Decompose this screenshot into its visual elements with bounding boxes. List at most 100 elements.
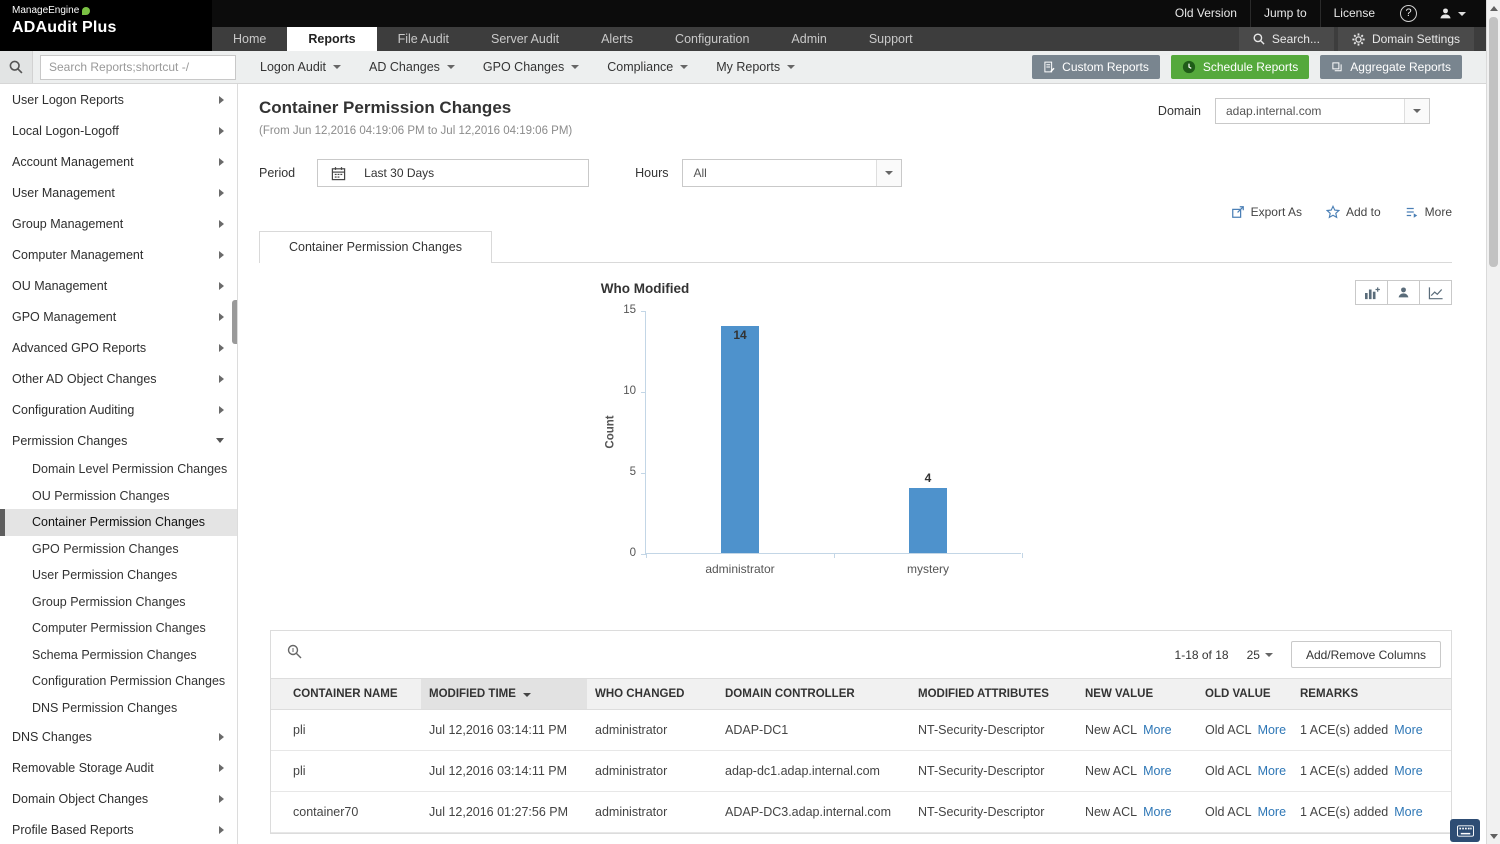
column-header-who-changed[interactable]: WHO CHANGED: [587, 678, 717, 710]
help-icon[interactable]: ?: [1400, 5, 1417, 22]
column-header-modified-time[interactable]: MODIFIED TIME: [421, 678, 587, 710]
brand-logo[interactable]: ManageEngine ADAudit Plus: [0, 0, 212, 51]
add-to-button[interactable]: Add to: [1325, 204, 1381, 219]
scroll-up-arrow[interactable]: [1487, 1, 1500, 15]
column-header-modified-attributes[interactable]: MODIFIED ATTRIBUTES: [910, 678, 1077, 710]
aggregate-reports-button[interactable]: Aggregate Reports: [1320, 55, 1462, 79]
jump-to-link[interactable]: Jump to: [1249, 0, 1320, 27]
menu-gpo-changes[interactable]: GPO Changes: [469, 51, 593, 84]
nav-tab-home[interactable]: Home: [212, 27, 287, 51]
page-size-select[interactable]: 25: [1247, 648, 1273, 662]
nav-tab-server-audit[interactable]: Server Audit: [470, 27, 580, 51]
sidebar-item-other-ad-object-changes[interactable]: Other AD Object Changes: [0, 363, 237, 394]
sidebar-item-group-management[interactable]: Group Management: [0, 208, 237, 239]
nav-tab-configuration[interactable]: Configuration: [654, 27, 770, 51]
scroll-down-arrow[interactable]: [1487, 829, 1500, 843]
more-link[interactable]: More: [1258, 805, 1286, 819]
chart-plot: Count 0 5 10 15 14 administrator 4 mystery: [605, 304, 1023, 576]
sidebar-item-local-logon-logoff[interactable]: Local Logon-Logoff: [0, 115, 237, 146]
hours-select[interactable]: All: [682, 159, 903, 187]
keyboard-icon: [1456, 824, 1474, 837]
sidebar-item-group-permission-changes[interactable]: Group Permission Changes: [0, 589, 237, 616]
license-link[interactable]: License: [1319, 0, 1388, 27]
column-header-container-name[interactable]: CONTAINER NAME: [271, 678, 421, 710]
tab-container-permission-changes[interactable]: Container Permission Changes: [259, 231, 493, 263]
export-as-button[interactable]: Export As: [1231, 205, 1302, 219]
schedule-reports-label: Schedule Reports: [1202, 60, 1299, 74]
sidebar-item-dns-changes[interactable]: DNS Changes: [0, 721, 237, 752]
more-link[interactable]: More: [1143, 805, 1171, 819]
column-header-domain-controller[interactable]: DOMAIN CONTROLLER: [717, 678, 910, 710]
chart-user-filter-button[interactable]: [1387, 280, 1420, 305]
more-link[interactable]: More: [1258, 723, 1286, 737]
nav-tab-reports[interactable]: Reports: [287, 27, 377, 51]
sidebar-item-user-logon-reports[interactable]: User Logon Reports: [0, 84, 237, 115]
scrollbar-thumb[interactable]: [1489, 17, 1498, 267]
period-input[interactable]: Last 30 Days: [317, 159, 590, 187]
cell-time: Jul 12,2016 03:14:11 PM: [421, 709, 587, 751]
sidebar-item-gpo-permission-changes[interactable]: GPO Permission Changes: [0, 536, 237, 563]
sidebar-item-domain-level-permission-changes[interactable]: Domain Level Permission Changes: [0, 456, 237, 483]
more-link[interactable]: More: [1394, 805, 1422, 819]
more-actions-button[interactable]: More: [1405, 205, 1452, 219]
chart-type-button[interactable]: [1355, 280, 1388, 305]
sidebar-item-schema-permission-changes[interactable]: Schema Permission Changes: [0, 642, 237, 669]
sidebar-item-computer-management[interactable]: Computer Management: [0, 239, 237, 270]
column-header-old-value[interactable]: OLD VALUE: [1197, 678, 1292, 710]
nav-tab-alerts[interactable]: Alerts: [580, 27, 654, 51]
cell-dc: ADAP-DC1: [717, 709, 910, 751]
column-header-remarks[interactable]: REMARKS: [1292, 678, 1451, 710]
chat-widget-button[interactable]: [1450, 819, 1480, 842]
bar-administrator[interactable]: [721, 326, 759, 553]
nav-tab-support[interactable]: Support: [848, 27, 934, 51]
domain-select-value: adap.internal.com: [1226, 104, 1322, 118]
old-version-link[interactable]: Old Version: [1162, 0, 1250, 27]
sidebar-item-profile-based-reports[interactable]: Profile Based Reports: [0, 814, 237, 844]
sidebar-item-user-permission-changes[interactable]: User Permission Changes: [0, 562, 237, 589]
nav-tab-file-audit[interactable]: File Audit: [377, 27, 470, 51]
sidebar-item-computer-permission-changes[interactable]: Computer Permission Changes: [0, 615, 237, 642]
bar-mystery[interactable]: [909, 488, 947, 553]
nav-tab-admin[interactable]: Admin: [770, 27, 847, 51]
line-chart-icon: [1428, 286, 1443, 299]
sidebar-item-account-management[interactable]: Account Management: [0, 146, 237, 177]
report-search-icon-button[interactable]: [0, 51, 33, 83]
nav-search-button[interactable]: Search...: [1238, 27, 1334, 51]
sidebar-item-domain-object-changes[interactable]: Domain Object Changes: [0, 783, 237, 814]
sidebar-item-ou-management[interactable]: OU Management: [0, 270, 237, 301]
add-remove-columns-button[interactable]: Add/Remove Columns: [1290, 641, 1441, 668]
bar-chart-plus-icon: [1364, 286, 1380, 299]
cell-who: administrator: [587, 791, 717, 833]
sidebar-item-configuration-auditing[interactable]: Configuration Auditing: [0, 394, 237, 425]
report-search-input[interactable]: [40, 54, 236, 80]
table-search-button[interactable]: [287, 644, 303, 665]
menu-ad-changes[interactable]: AD Changes: [355, 51, 469, 84]
sidebar-item-container-permission-changes[interactable]: Container Permission Changes: [0, 509, 237, 536]
menu-compliance[interactable]: Compliance: [593, 51, 702, 84]
more-link[interactable]: More: [1143, 723, 1171, 737]
more-link[interactable]: More: [1258, 764, 1286, 778]
x-axis-category-label: mystery: [907, 562, 949, 576]
more-link[interactable]: More: [1143, 764, 1171, 778]
more-link[interactable]: More: [1394, 764, 1422, 778]
menu-my-reports[interactable]: My Reports: [702, 51, 809, 84]
sidebar-item-advanced-gpo-reports[interactable]: Advanced GPO Reports: [0, 332, 237, 363]
sidebar-collapse-handle[interactable]: [232, 300, 237, 344]
column-header-new-value[interactable]: NEW VALUE: [1077, 678, 1197, 710]
chart-export-button[interactable]: [1419, 280, 1452, 305]
sidebar-item-user-management[interactable]: User Management: [0, 177, 237, 208]
sidebar-item-removable-storage-audit[interactable]: Removable Storage Audit: [0, 752, 237, 783]
menu-logon-audit[interactable]: Logon Audit: [246, 51, 355, 84]
custom-reports-button[interactable]: Custom Reports: [1032, 55, 1160, 79]
sidebar-item-dns-permission-changes[interactable]: DNS Permission Changes: [0, 695, 237, 722]
sidebar-item-gpo-management[interactable]: GPO Management: [0, 301, 237, 332]
schedule-reports-button[interactable]: Schedule Reports: [1170, 55, 1310, 79]
user-menu[interactable]: [1429, 7, 1476, 20]
sidebar-item-ou-permission-changes[interactable]: OU Permission Changes: [0, 483, 237, 510]
more-link[interactable]: More: [1394, 723, 1422, 737]
domain-settings-button[interactable]: Domain Settings: [1337, 27, 1474, 51]
sidebar-item-permission-changes[interactable]: Permission Changes: [0, 425, 237, 456]
domain-select[interactable]: adap.internal.com: [1215, 98, 1430, 124]
sidebar-item-configuration-permission-changes[interactable]: Configuration Permission Changes: [0, 668, 237, 695]
vertical-scrollbar[interactable]: [1486, 0, 1500, 844]
